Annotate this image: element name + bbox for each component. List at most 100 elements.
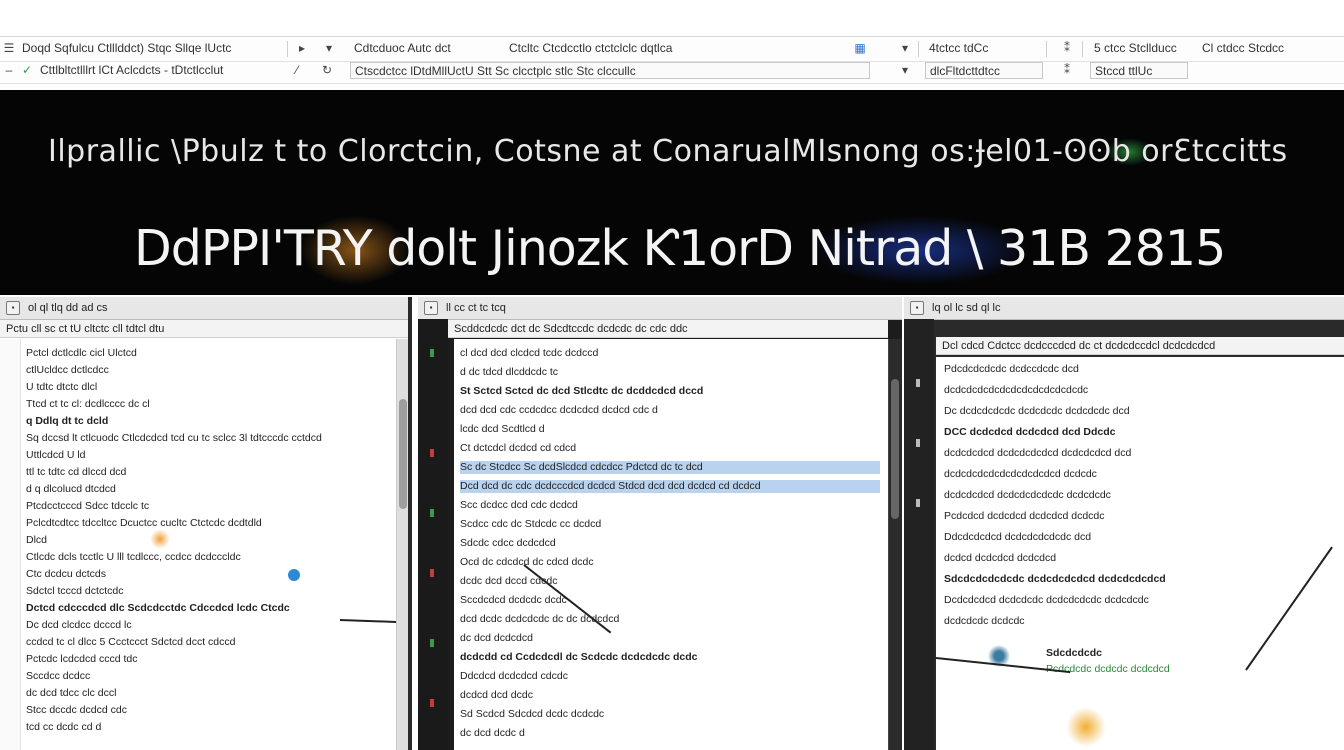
connector-line [1245,546,1333,671]
toolbar-field-5[interactable]: Cl ctdcc Stcdcc [1198,40,1338,57]
orange-marker [150,529,170,549]
code-line[interactable]: lcdc dcd Scdtlcd d [460,423,880,436]
scrollbar[interactable] [888,339,902,750]
code-line[interactable]: Sc dc Stcdcc Sc dcdSlcdcd cdcdcc Pdctcd … [460,461,880,474]
toolbar-field-1[interactable]: Cdtcduoc Autc dct [350,40,500,57]
code-line[interactable]: Pctcl dctlcdlc cicl Ulctcd [26,347,391,360]
code-line[interactable]: Scdcc cdc dc Stdcdc cc dcdcd [460,518,880,531]
code-line[interactable]: Sd Scdcd Sdcdcd dcdc dcdcdc [460,708,880,721]
check-icon[interactable]: ✓ [20,63,34,77]
panel-title: ll cc ct tc tcq [446,302,506,314]
code-line[interactable]: d dc tdcd dlcddcdc tc [460,366,880,379]
code-line[interactable]: Dlcd [26,534,391,547]
dropdown-arrow-icon[interactable]: ▾ [898,41,912,55]
toolbar-field-2[interactable]: Ctcltc Ctcdcctlo ctctclclc dqtlca [505,40,850,57]
code-line[interactable]: dcdcdcdcdcdcdcdcdcdcdcdcdc [944,384,1339,397]
toolbar-field-3[interactable]: 4tctcc tdCc [925,40,1043,57]
code-line[interactable]: Pdcdcdcdcdc dcdccdcdc dcd [944,363,1339,376]
code-line[interactable]: Dcdcdcdcd dcdcdcdc dcdcdcdcdc dcdcdcdc [944,594,1339,607]
dropdown-arrow-icon[interactable]: ▾ [898,63,912,77]
code-line[interactable]: dcd dcd cdc ccdcdcc dcdcdcd dcdcd cdc d [460,404,880,417]
panel-menu-bar[interactable]: Pctu cll sc ct tU cltctc cll tdtcl dtu [0,320,408,338]
line-gutter [418,319,448,750]
play-icon[interactable]: ▸ [295,41,309,55]
code-line[interactable]: Sccdcc dcdcc [26,670,391,683]
highlight-marker [1066,707,1106,747]
code-line[interactable]: Sdctcl tcccd dctctcdc [26,585,391,598]
code-line[interactable]: Ddcdcdcdcd dcdcdcdcdcdc dcd [944,531,1339,544]
panel-menu-bar[interactable]: Scddcdcdc dct dc Sdcdtccdc dcdcdc dc cdc… [448,320,888,338]
code-line[interactable]: Scc dcdcc dcd cdc dcdcd [460,499,880,512]
scrollbar[interactable] [396,339,408,750]
code-line[interactable]: Sccdcdcd dcdcdc dcdc [460,594,880,607]
code-line[interactable]: dcdcd dcdcdcd dcdcdcd [944,552,1339,565]
minus-icon[interactable]: – [2,63,16,77]
code-line[interactable]: Dcd dcd dc cdc dcdcccdcd dcdcd Stdcd dcd… [460,480,880,493]
gutter-marker [430,509,434,517]
code-line[interactable]: St Sctcd Sctcd dc dcd Stlcdtc dc dcddcdc… [460,385,880,398]
code-line[interactable]: Uttlcdcd U ld [26,449,391,462]
code-line[interactable]: dcdcdd cd Ccdcdcdl dc Scdcdc dcdcdcdc dc… [460,651,880,664]
chevron-down-icon[interactable]: ▾ [322,41,336,55]
code-line[interactable]: dcdcd dcd dcdc [460,689,880,702]
code-line[interactable]: ttl tc tdtc cd dlccd dcd [26,466,391,479]
title-banner: Ilprallic \Pbulz t to Clorctcin, Cotsne … [0,90,1344,295]
bookmark-icon[interactable]: ⁑ [1060,63,1074,77]
code-line[interactable]: cl dcd dcd clcdcd tcdc dcdccd [460,347,880,360]
code-line[interactable]: Ct dctcdcl dcdcd cd cdcd [460,442,880,455]
pin-icon[interactable]: ⁑ [1060,41,1074,55]
code-line[interactable]: Pctcdc lcdcdcd cccd tdc [26,653,391,666]
grid-icon[interactable]: ▦ [853,41,867,55]
code-line[interactable]: q Ddlq dt tc dcld [26,415,391,428]
toolbar-row-3 [0,82,1344,90]
scrollbar-thumb[interactable] [399,399,407,509]
toolbar-input-2[interactable]: dlcFltdcttdtcc [925,62,1043,79]
panel-content: Pctcl dctlcdlc cicl Ulctcd ctlUcldcc dctl… [0,339,396,750]
gutter-marker [430,449,434,457]
code-line[interactable]: Sdcdc cdcc dcdcdcd [460,537,880,550]
code-line[interactable]: dc dcd dcdc d [460,727,880,740]
code-line[interactable]: DCC dcdcdcd dcdcdcd dcd Ddcdc [944,426,1339,439]
code-line[interactable]: dcdcdcdcd dcdcdcdcdcdc dcdcdcdc [944,489,1339,502]
code-line[interactable]: ccdcd tc cl dlcc 5 Ccctccct Sdctcd dcct … [26,636,391,649]
code-line[interactable]: Stcc dccdc dcdcd cdc [26,704,391,717]
code-line[interactable]: ctlUcldcc dctlcdcc [26,364,391,377]
toolbar-separator [1046,41,1047,57]
panel-menu-bar[interactable]: Dcl cdcd Cdctcc dcdcccdcd dc ct dcdcdccd… [936,337,1344,355]
scrollbar-thumb[interactable] [891,379,899,519]
toolbar-menu-1[interactable]: Doqd Sqfulcu Ctlllddct) Stqc Sllqe lUctc [18,40,286,57]
refresh-icon[interactable]: ↻ [320,63,334,77]
code-line[interactable]: dc dcd dcdcdcd [460,632,880,645]
gutter-marker [916,499,920,507]
toolbar-input-1[interactable]: Ctscdctcc lDtdMllUctU Stt Sc clcctplc st… [350,62,870,79]
code-line[interactable]: U tdtc dtctc dlcl [26,381,391,394]
toolbar-menu-2[interactable]: Cttlbltctlllrt lCt Aclcdcts - tDtctlcclu… [36,62,286,79]
code-line[interactable]: Ocd dc cdcdcd dc cdcd dcdc [460,556,880,569]
menu-icon[interactable]: ☰ [2,41,16,55]
code-line[interactable]: dcd dcdc dcdcdcdc dc dc dcdcdcd [460,613,880,626]
code-line[interactable]: Dc dcdcdcdcdc dcdcdcdc dcdcdcdc dcd [944,405,1339,418]
code-line[interactable]: dcdcdcdcdcdcdcdcdcdcd dcdcdc [944,468,1339,481]
code-line[interactable]: dcdc dcd dccd cdcdc [460,575,880,588]
code-line[interactable]: Dc dcd clcdcc dcccd lc [26,619,391,632]
code-line[interactable]: Ddcdcd dcdcdcd cdcdc [460,670,880,683]
toolbar-field-4[interactable]: 5 ctcc Stcllducc [1090,40,1194,57]
line-gutter [904,319,934,750]
code-line[interactable]: Ctc dcdcu dctcds [26,568,391,581]
code-line[interactable]: Pclcdtcdtcc tdccltcc Dcuctcc cucltc Ctct… [26,517,391,530]
wand-icon[interactable]: ⁄ [290,63,304,77]
code-line[interactable]: Pcdcdcd dcdcdcd dcdcdcd dcdcdc [944,510,1339,523]
code-line[interactable]: Sq dccsd lt ctlcuodc Ctlcdcdcd tcd cu tc… [26,432,391,445]
code-line[interactable]: Sdcdcdcdcdcdc dcdcdcdcdcd dcdcdcdcdcd [944,573,1339,586]
code-line[interactable]: Ttcd ct tc cl: dcdlcccc dc cl [26,398,391,411]
code-line[interactable]: Dctcd cdcccdcd dlc Scdcdcctdc Cdccdcd lc… [26,602,391,615]
window-icon: ▪ [6,301,20,315]
code-line[interactable]: tcd cc dcdc cd d [26,721,391,734]
code-line[interactable]: Ptcdcctcccd Sdcc tdcclc tc [26,500,391,513]
window-icon: ▪ [910,301,924,315]
code-line[interactable]: d q dlcolucd dtcdcd [26,483,391,496]
code-line[interactable]: dcdcdcdcd dcdcdcdcdcd dcdcdcdcd dcd [944,447,1339,460]
toolbar-input-3[interactable]: Stccd ttlUc [1090,62,1188,79]
code-line[interactable]: dc dcd tdcc clc dccl [26,687,391,700]
code-line[interactable]: Ctlcdc dcls tcctlc U lll tcdlccc, ccdcc … [26,551,391,564]
